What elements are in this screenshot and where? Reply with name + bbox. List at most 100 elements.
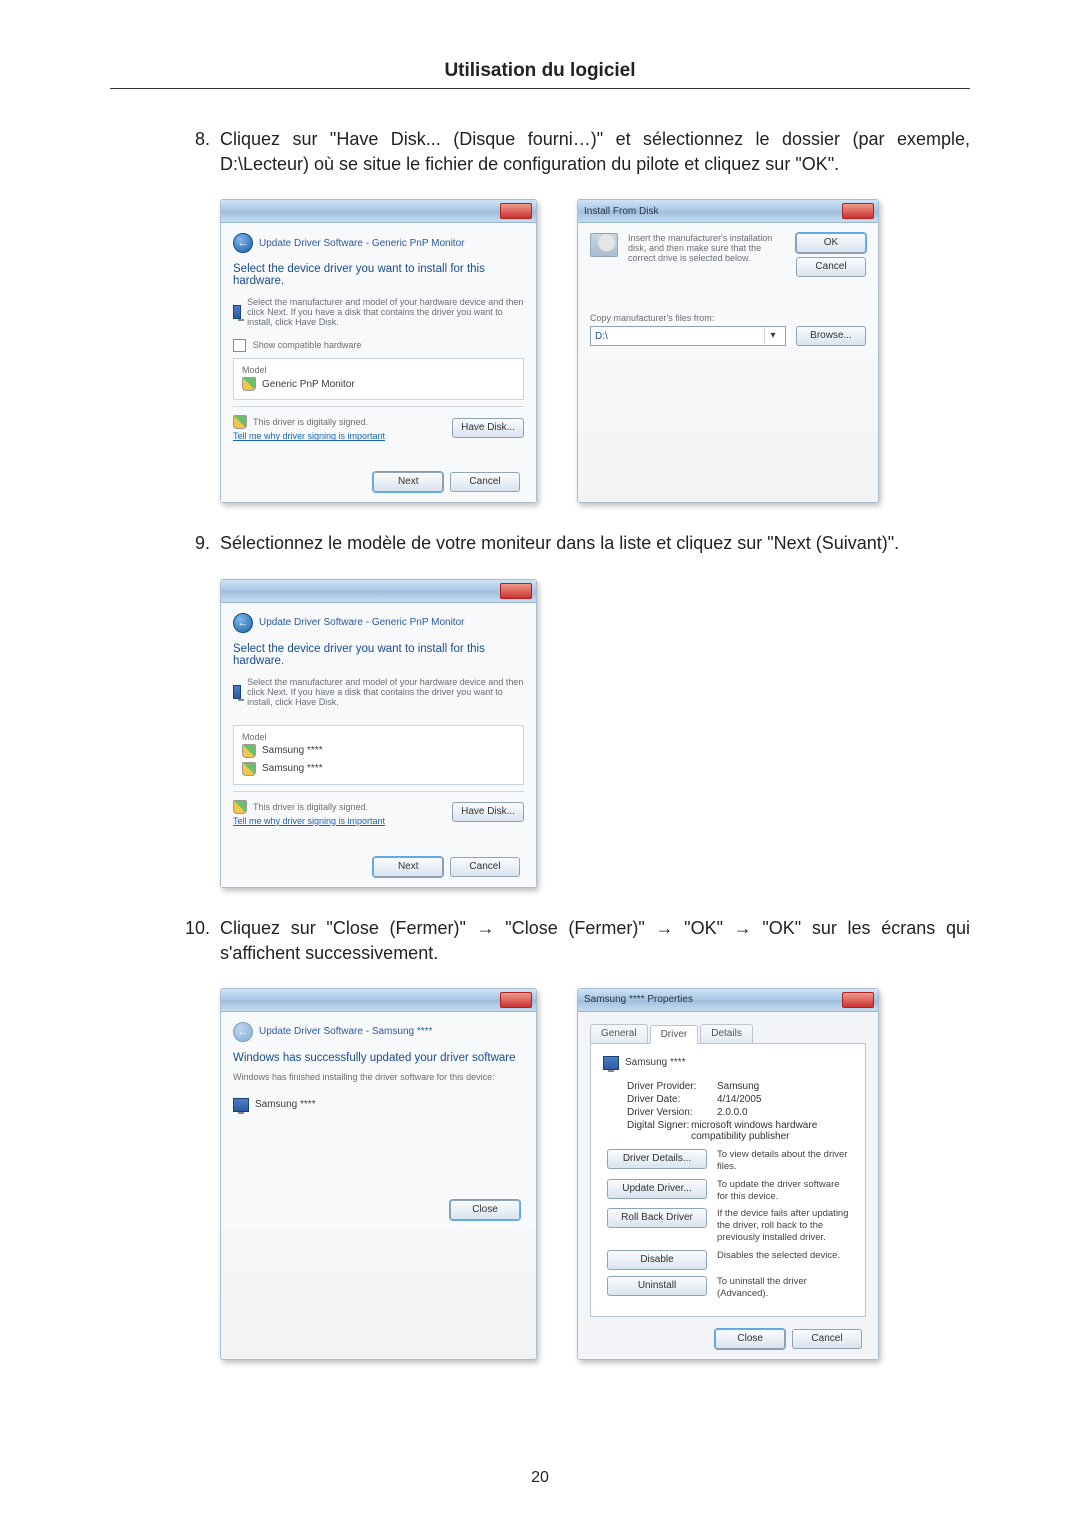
provider-key: Driver Provider: — [627, 1081, 717, 1092]
uninstall-button[interactable]: Uninstall — [607, 1276, 707, 1296]
compatible-label: Show compatible hardware — [253, 341, 362, 351]
step-text: Cliquez sur "Have Disk... (Disque fourni… — [220, 127, 970, 177]
model-name: Samsung **** — [262, 763, 323, 774]
update-driver-button[interactable]: Update Driver... — [607, 1179, 707, 1199]
model-list: Model Generic PnP Monitor — [233, 358, 524, 400]
breadcrumb-text: Update Driver Software - Generic PnP Mon… — [259, 617, 464, 628]
shield-icon — [233, 415, 247, 429]
monitor-icon — [603, 1056, 619, 1070]
list-item[interactable]: Samsung **** — [242, 760, 515, 778]
breadcrumb-text: Update Driver Software - Samsung **** — [259, 1026, 432, 1037]
close-icon[interactable] — [842, 203, 874, 219]
date-value: 4/14/2005 — [717, 1094, 762, 1105]
back-icon[interactable]: ← — [233, 233, 253, 253]
cancel-button[interactable]: Cancel — [450, 472, 520, 492]
signing-link[interactable]: Tell me why driver signing is important — [233, 431, 385, 441]
version-value: 2.0.0.0 — [717, 1107, 748, 1118]
titlebar — [221, 200, 536, 223]
disable-desc: Disables the selected device. — [717, 1250, 853, 1262]
copy-from-label: Copy manufacturer's files from: — [590, 313, 866, 323]
back-icon[interactable]: ← — [233, 613, 253, 633]
ok-button[interactable]: OK — [796, 233, 866, 253]
list-item[interactable]: Samsung **** — [242, 742, 515, 760]
step-9: 9. Sélectionnez le modèle de votre monit… — [170, 531, 970, 556]
close-button[interactable]: Close — [715, 1329, 785, 1349]
monitor-icon — [233, 685, 241, 699]
shield-icon — [242, 744, 256, 758]
titlebar: Samsung **** Properties — [578, 989, 878, 1012]
breadcrumb: ← Update Driver Software - Generic PnP M… — [233, 233, 524, 253]
cancel-button[interactable]: Cancel — [792, 1329, 862, 1349]
path-combo[interactable]: D:\ ▾ — [590, 326, 786, 346]
version-key: Driver Version: — [627, 1107, 717, 1118]
tab-general[interactable]: General — [590, 1024, 648, 1043]
step-number: 10. — [170, 916, 220, 966]
titlebar — [221, 989, 536, 1012]
model-list: Model Samsung **** Samsung **** — [233, 725, 524, 785]
breadcrumb: ← Update Driver Software - Generic PnP M… — [233, 613, 524, 633]
cancel-button[interactable]: Cancel — [450, 857, 520, 877]
close-icon[interactable] — [500, 992, 532, 1008]
model-name: Samsung **** — [262, 745, 323, 756]
next-button[interactable]: Next — [373, 857, 443, 877]
close-icon[interactable] — [842, 992, 874, 1008]
dialog-heading: Windows has successfully updated your dr… — [233, 1052, 524, 1064]
tab-details[interactable]: Details — [700, 1024, 753, 1043]
signed-text: This driver is digitally signed. — [253, 417, 368, 427]
cancel-button[interactable]: Cancel — [796, 257, 866, 277]
rollback-driver-button[interactable]: Roll Back Driver — [607, 1208, 707, 1228]
update-driver-dialog-models: ← Update Driver Software - Generic PnP M… — [220, 579, 537, 888]
update-driver-desc: To update the driver software for this d… — [717, 1179, 853, 1203]
close-icon[interactable] — [500, 583, 532, 599]
model-header: Model — [242, 732, 515, 742]
signed-text: This driver is digitally signed. — [253, 802, 368, 812]
tab-driver[interactable]: Driver — [650, 1025, 699, 1044]
dialog-title: Samsung **** Properties — [584, 994, 693, 1005]
step-text: Cliquez sur "Close (Fermer)" → "Close (F… — [220, 916, 970, 966]
date-key: Driver Date: — [627, 1094, 717, 1105]
model-header: Model — [242, 365, 515, 375]
disk-icon — [590, 233, 618, 257]
driver-details-button[interactable]: Driver Details... — [607, 1149, 707, 1169]
dialog-title: Install From Disk — [584, 206, 658, 217]
update-driver-success-dialog: ← Update Driver Software - Samsung **** … — [220, 988, 537, 1360]
monitor-icon — [233, 1098, 249, 1112]
monitor-icon — [233, 305, 241, 319]
dialog-heading: Select the device driver you want to ins… — [233, 263, 524, 287]
driver-details-desc: To view details about the driver files. — [717, 1149, 853, 1173]
list-item[interactable]: Generic PnP Monitor — [242, 375, 515, 393]
rollback-driver-desc: If the device fails after updating the d… — [717, 1208, 853, 1244]
device-name: Samsung **** — [255, 1099, 316, 1110]
signer-value: microsoft windows hardware compatibility… — [691, 1120, 853, 1142]
step-10: 10. Cliquez sur "Close (Fermer)" → "Clos… — [170, 916, 970, 966]
screenshot-row-2: ← Update Driver Software - Generic PnP M… — [220, 579, 970, 888]
compatible-checkbox[interactable] — [233, 339, 246, 352]
have-disk-button[interactable]: Have Disk... — [452, 418, 524, 438]
dialog-message: Insert the manufacturer's installation d… — [628, 233, 778, 263]
step-8: 8. Cliquez sur "Have Disk... (Disque fou… — [170, 127, 970, 177]
close-button[interactable]: Close — [450, 1200, 520, 1220]
back-icon: ← — [233, 1022, 253, 1042]
update-driver-dialog-generic: ← Update Driver Software - Generic PnP M… — [220, 199, 537, 503]
signing-link[interactable]: Tell me why driver signing is important — [233, 816, 385, 826]
browse-button[interactable]: Browse... — [796, 326, 866, 346]
screenshot-row-1: ← Update Driver Software - Generic PnP M… — [220, 199, 970, 503]
screenshot-row-3: ← Update Driver Software - Samsung **** … — [220, 988, 970, 1360]
signer-key: Digital Signer: — [627, 1120, 691, 1142]
path-value: D:\ — [595, 331, 764, 342]
tab-bar: General Driver Details — [590, 1024, 866, 1044]
breadcrumb: ← Update Driver Software - Samsung **** — [233, 1022, 524, 1042]
chevron-down-icon[interactable]: ▾ — [764, 328, 781, 344]
disable-button[interactable]: Disable — [607, 1250, 707, 1270]
document-page: Utilisation du logiciel 8. Cliquez sur "… — [0, 0, 1080, 1527]
next-button[interactable]: Next — [373, 472, 443, 492]
page-title: Utilisation du logiciel — [110, 60, 970, 89]
shield-icon — [242, 377, 256, 391]
dialog-hint: Select the manufacturer and model of you… — [247, 677, 524, 707]
device-name: Samsung **** — [625, 1057, 686, 1068]
have-disk-button[interactable]: Have Disk... — [452, 802, 524, 822]
page-number: 20 — [0, 1469, 1080, 1487]
properties-dialog: Samsung **** Properties General Driver D… — [577, 988, 879, 1360]
provider-value: Samsung — [717, 1081, 759, 1092]
close-icon[interactable] — [500, 203, 532, 219]
